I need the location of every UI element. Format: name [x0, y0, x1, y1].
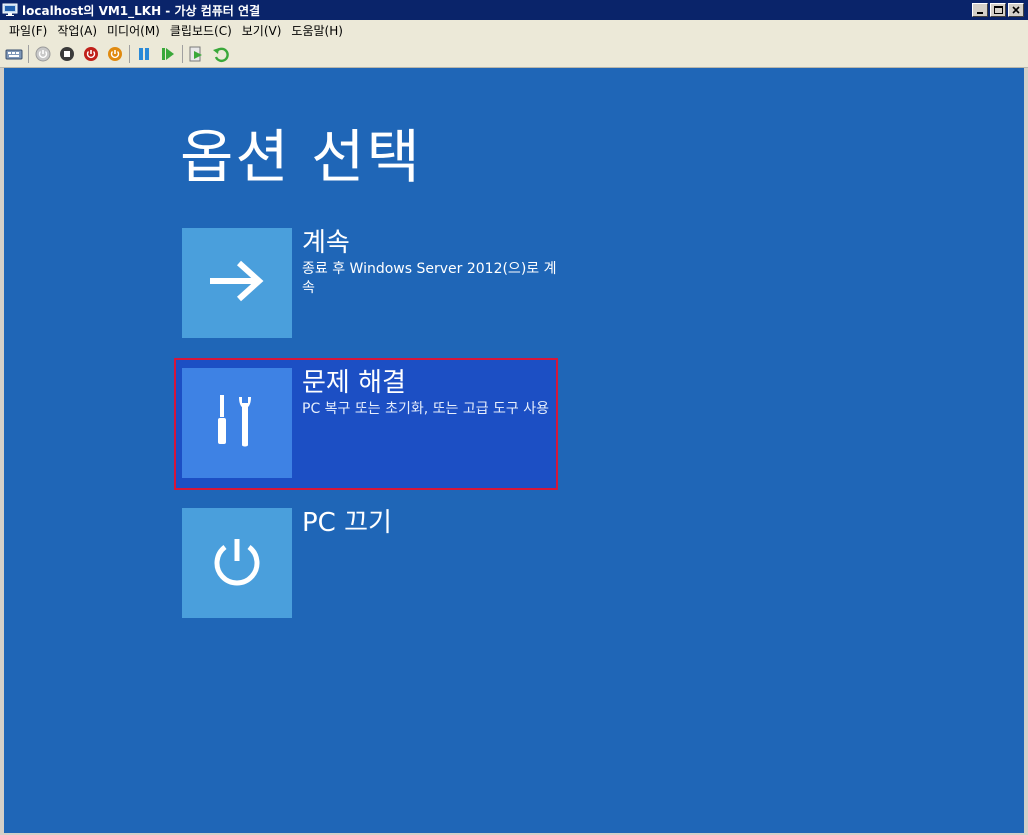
option-troubleshoot[interactable]: 문제 해결 PC 복구 또는 초기화, 또는 고급 도구 사용	[182, 368, 558, 478]
toolbar	[0, 40, 1028, 68]
pause-icon[interactable]	[134, 44, 154, 64]
shutdown-icon[interactable]	[81, 44, 101, 64]
start-icon[interactable]	[33, 44, 53, 64]
vm-connection-icon	[2, 2, 18, 18]
snapshot-icon[interactable]	[187, 44, 207, 64]
window-titlebar: localhost의 VM1_LKH - 가상 컴퓨터 연결	[0, 0, 1028, 20]
window-title: localhost의 VM1_LKH - 가상 컴퓨터 연결	[22, 3, 261, 18]
menu-file[interactable]: 파일(F)	[4, 22, 52, 39]
vm-display[interactable]: 옵션 선택 계속 종료 후 Windows Server 2012(으)로 계속…	[4, 68, 1024, 833]
revert-icon[interactable]	[211, 44, 231, 64]
save-icon[interactable]	[105, 44, 125, 64]
turn-off-icon[interactable]	[57, 44, 77, 64]
toolbar-separator	[129, 44, 130, 63]
option-turn-off-tile[interactable]	[182, 508, 292, 618]
menu-media[interactable]: 미디어(M)	[102, 22, 165, 39]
minimize-button[interactable]	[972, 3, 988, 17]
option-turn-off[interactable]: PC 끄기	[182, 508, 558, 618]
menu-help[interactable]: 도움말(H)	[286, 22, 348, 39]
ctrl-alt-del-icon[interactable]	[4, 44, 24, 64]
page-title: 옵션 선택	[180, 123, 422, 191]
menu-view[interactable]: 보기(V)	[237, 22, 287, 39]
power-icon	[209, 533, 265, 593]
option-troubleshoot-title: 문제 해결	[302, 368, 406, 398]
toolbar-separator	[182, 44, 183, 63]
arrow-right-icon	[209, 259, 265, 307]
tools-icon	[215, 391, 259, 455]
option-continue-desc: 종료 후 Windows Server 2012(으)로 계속	[302, 261, 557, 296]
option-continue[interactable]: 계속 종료 후 Windows Server 2012(으)로 계속	[182, 228, 558, 338]
option-continue-tile[interactable]	[182, 228, 292, 338]
option-continue-title: 계속	[302, 228, 350, 258]
resume-icon[interactable]	[158, 44, 178, 64]
close-button[interactable]	[1008, 3, 1024, 17]
toolbar-separator	[28, 44, 29, 63]
maximize-button[interactable]	[990, 3, 1006, 17]
menu-action[interactable]: 작업(A)	[52, 22, 102, 39]
option-troubleshoot-desc: PC 복구 또는 초기화, 또는 고급 도구 사용	[302, 401, 550, 417]
option-turn-off-title: PC 끄기	[302, 508, 392, 538]
menu-clipboard[interactable]: 클립보드(C)	[165, 22, 237, 39]
option-troubleshoot-tile[interactable]	[182, 368, 292, 478]
menu-bar: 파일(F) 작업(A) 미디어(M) 클립보드(C) 보기(V) 도움말(H)	[0, 20, 1028, 40]
